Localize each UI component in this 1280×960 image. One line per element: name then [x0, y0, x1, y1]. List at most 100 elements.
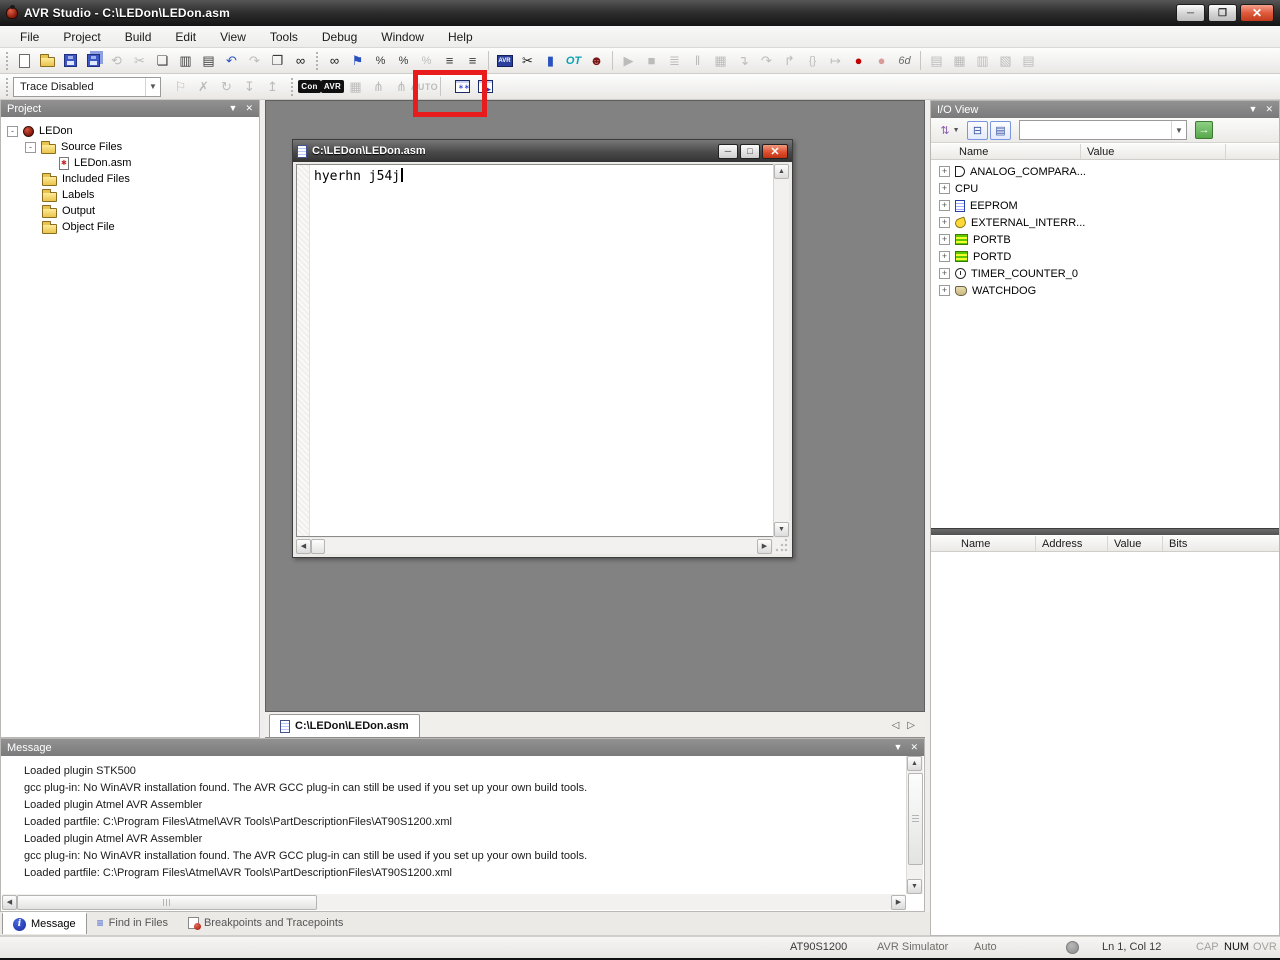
- menu-view[interactable]: View: [208, 27, 258, 47]
- scroll-down-icon[interactable]: ▼: [774, 522, 789, 537]
- go-button[interactable]: →: [1195, 121, 1213, 139]
- io-item-watchdog[interactable]: + WATCHDOG: [931, 282, 1279, 299]
- processor-window-button[interactable]: ▧: [994, 50, 1017, 72]
- expand-icon[interactable]: +: [939, 200, 950, 211]
- scroll-right-icon[interactable]: ▶: [891, 895, 906, 910]
- reset-button[interactable]: ≣: [663, 50, 686, 72]
- tree-item-object-file[interactable]: Object File: [1, 219, 259, 235]
- scroll-right-icon[interactable]: ▶: [757, 539, 772, 554]
- connect-button[interactable]: Con: [298, 76, 321, 98]
- tab-scroll-left-icon[interactable]: ◁: [892, 720, 900, 731]
- avr-programmer-button[interactable]: AVR: [321, 76, 344, 98]
- code-editor[interactable]: hyerhn j54j: [296, 164, 789, 537]
- show-next-statement-button[interactable]: ▦: [709, 50, 732, 72]
- trace-step-button[interactable]: ↻: [215, 76, 238, 98]
- tree-item-ledon-asm[interactable]: LEDon.asm: [1, 155, 259, 171]
- panel-splitter[interactable]: [931, 528, 1279, 535]
- watch-col-value[interactable]: Value: [1108, 536, 1163, 551]
- list-view-toggle[interactable]: ▤: [990, 121, 1011, 140]
- minimize-button[interactable]: ─: [1176, 4, 1205, 22]
- panel-close-icon[interactable]: ✕: [245, 103, 253, 114]
- restore-button[interactable]: ❐: [1208, 4, 1237, 22]
- panel-menu-icon[interactable]: ▼: [894, 742, 903, 753]
- toggle-breakpoint-button[interactable]: ●: [847, 50, 870, 72]
- tree-item-root[interactable]: - LEDon: [1, 123, 259, 139]
- smiley-button[interactable]: ☻: [585, 50, 608, 72]
- expand-icon[interactable]: +: [939, 285, 950, 296]
- io-item-cpu[interactable]: + CPU: [931, 180, 1279, 197]
- cascade-windows-button[interactable]: ❐: [266, 50, 289, 72]
- panel-close-icon[interactable]: ✕: [910, 742, 918, 753]
- toggle-bookmark-button[interactable]: ⚑: [346, 50, 369, 72]
- expand-icon[interactable]: +: [939, 217, 950, 228]
- undo-button[interactable]: ↶: [220, 50, 243, 72]
- menu-help[interactable]: Help: [436, 27, 485, 47]
- doc-close-button[interactable]: ✕: [762, 144, 788, 159]
- chevron-down-icon[interactable]: ▼: [1171, 121, 1186, 139]
- collapse-icon[interactable]: -: [25, 142, 36, 153]
- outdent-button[interactable]: ≡: [438, 50, 461, 72]
- redo-button[interactable]: ↷: [243, 50, 266, 72]
- find-button[interactable]: ∞: [323, 50, 346, 72]
- io-item-external-interrupt[interactable]: + EXTERNAL_INTERR...: [931, 214, 1279, 231]
- quickwatch-button[interactable]: {}: [801, 50, 824, 72]
- print-button[interactable]: ▤: [197, 50, 220, 72]
- expand-icon[interactable]: +: [939, 166, 950, 177]
- remove-breakpoints-button[interactable]: ●: [870, 50, 893, 72]
- indent-button[interactable]: ≡: [461, 50, 484, 72]
- expand-icon[interactable]: +: [939, 234, 950, 245]
- stop-button[interactable]: ■: [640, 50, 663, 72]
- scrollbar-thumb[interactable]: [908, 773, 923, 865]
- doc-maximize-button[interactable]: □: [740, 144, 760, 159]
- previous-bookmark-button[interactable]: %: [392, 50, 415, 72]
- watch-col-name[interactable]: Name: [931, 536, 1036, 551]
- io-item-eeprom[interactable]: + EEPROM: [931, 197, 1279, 214]
- menu-build[interactable]: Build: [113, 27, 164, 47]
- revert-button[interactable]: ⟲: [105, 50, 128, 72]
- run-button[interactable]: ▶: [617, 50, 640, 72]
- watch-window-button[interactable]: 6d: [893, 50, 916, 72]
- sort-button[interactable]: ⇅▼: [935, 119, 965, 141]
- tab-scroll-right-icon[interactable]: ▷: [907, 720, 915, 731]
- message-vertical-scrollbar[interactable]: ▲ ▼: [906, 756, 923, 894]
- tree-item-output[interactable]: Output: [1, 203, 259, 219]
- io-window-button[interactable]: ▤: [1017, 50, 1040, 72]
- scroll-left-icon[interactable]: ◀: [296, 539, 311, 554]
- menu-tools[interactable]: Tools: [258, 27, 310, 47]
- memory-window-button[interactable]: ▦: [948, 50, 971, 72]
- scroll-left-icon[interactable]: ◀: [2, 895, 17, 910]
- step-into-button[interactable]: ↴: [732, 50, 755, 72]
- lock-bits-button[interactable]: ⋔: [390, 76, 413, 98]
- clear-trace-button[interactable]: ✗: [192, 76, 215, 98]
- panel-menu-icon[interactable]: ▼: [229, 103, 238, 114]
- step-out-button[interactable]: ↱: [778, 50, 801, 72]
- chip-erase-button[interactable]: ▦: [344, 76, 367, 98]
- find-in-files-button[interactable]: ∞: [289, 50, 312, 72]
- io-item-portd[interactable]: + PORTD: [931, 248, 1279, 265]
- paste-button[interactable]: ▥: [174, 50, 197, 72]
- next-bookmark-button[interactable]: %: [369, 50, 392, 72]
- editor-vertical-scrollbar[interactable]: ▲ ▼: [773, 164, 789, 537]
- chevron-down-icon[interactable]: ▼: [145, 78, 160, 96]
- expand-icon[interactable]: +: [939, 268, 950, 279]
- tree-item-labels[interactable]: Labels: [1, 187, 259, 203]
- tree-item-included-files[interactable]: Included Files: [1, 171, 259, 187]
- io-item-portb[interactable]: + PORTB: [931, 231, 1279, 248]
- menu-edit[interactable]: Edit: [163, 27, 208, 47]
- trace-scissors-button[interactable]: ✂: [516, 50, 539, 72]
- document-tab-active[interactable]: C:\LEDon\LEDon.asm: [269, 714, 420, 737]
- collapse-icon[interactable]: -: [7, 126, 18, 137]
- open-file-button[interactable]: [36, 50, 59, 72]
- scroll-up-icon[interactable]: ▲: [907, 756, 922, 771]
- tree-view-toggle[interactable]: ⊟: [967, 121, 988, 140]
- jump-to-bottom-button[interactable]: ↧: [238, 76, 261, 98]
- trace-mode-combobox[interactable]: Trace Disabled ▼: [13, 77, 161, 97]
- message-log[interactable]: Loaded plugin STK500 gcc plug-in: No Win…: [2, 756, 906, 894]
- io-filter-combobox[interactable]: ▼: [1019, 120, 1187, 140]
- watch-col-address[interactable]: Address: [1036, 536, 1108, 551]
- tab-message[interactable]: i Message: [2, 912, 87, 934]
- tree-item-source-files[interactable]: - Source Files: [1, 139, 259, 155]
- avr-wizard-button[interactable]: AVR: [493, 50, 516, 72]
- pause-button[interactable]: ‖: [686, 50, 709, 72]
- io-col-value[interactable]: Value: [1081, 144, 1226, 159]
